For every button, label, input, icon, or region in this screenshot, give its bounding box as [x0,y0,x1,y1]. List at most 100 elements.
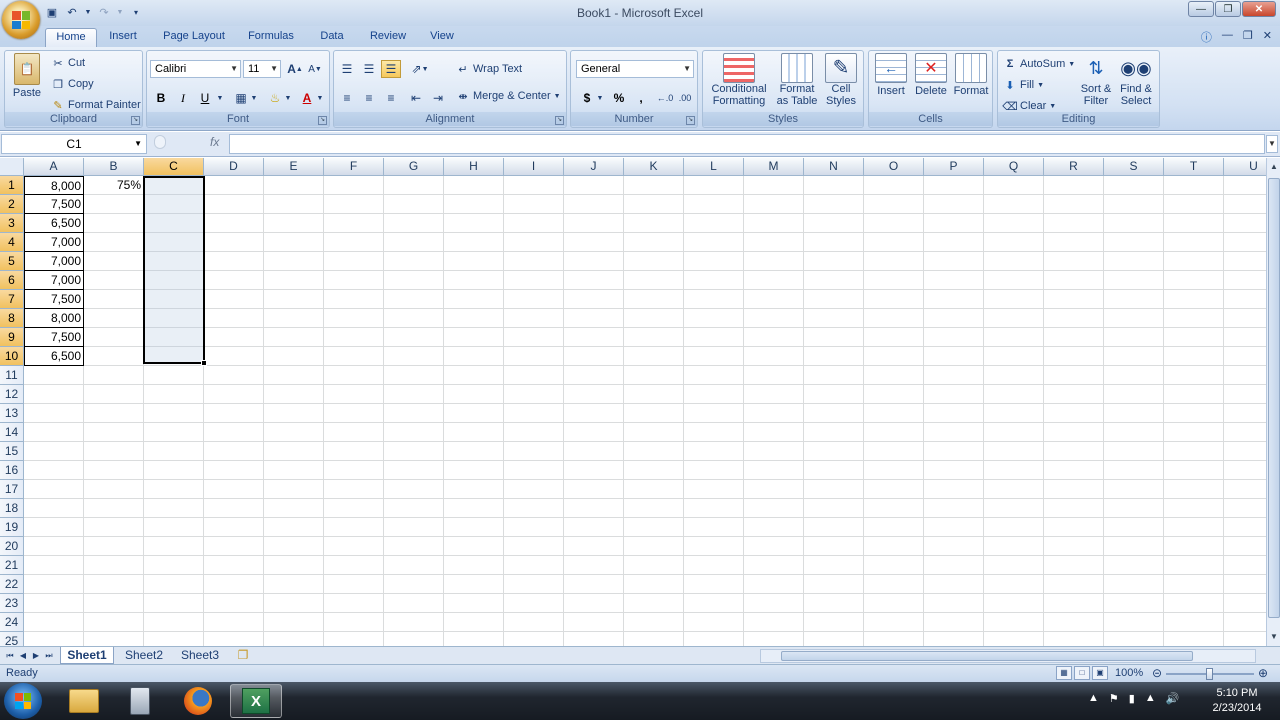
cell-i8[interactable] [504,309,564,328]
cell-p13[interactable] [924,404,984,423]
cell-o11[interactable] [864,366,924,385]
cell-n20[interactable] [804,537,864,556]
cell-d15[interactable] [204,442,264,461]
cell-c6[interactable] [144,271,204,290]
cell-q25[interactable] [984,632,1044,646]
cell-d21[interactable] [204,556,264,575]
cell-k8[interactable] [624,309,684,328]
cell-s19[interactable] [1104,518,1164,537]
cell-p1[interactable] [924,176,984,195]
cell-r13[interactable] [1044,404,1104,423]
cell-m10[interactable] [744,347,804,366]
cell-h2[interactable] [444,195,504,214]
zoom-slider[interactable]: ⊝ ⊕ [1152,666,1270,680]
cell-o1[interactable] [864,176,924,195]
cell-q2[interactable] [984,195,1044,214]
cell-m25[interactable] [744,632,804,646]
cell-k25[interactable] [624,632,684,646]
orientation-icon[interactable]: ⇗ ▼ [406,60,434,78]
cell-s7[interactable] [1104,290,1164,309]
cell-a11[interactable] [24,366,84,385]
cell-n7[interactable] [804,290,864,309]
row-header-24[interactable]: 24 [0,613,24,632]
cell-o20[interactable] [864,537,924,556]
cell-o4[interactable] [864,233,924,252]
cell-r9[interactable] [1044,328,1104,347]
taskbar-firefox[interactable] [172,684,224,718]
align-bottom-icon[interactable]: ☰ [381,60,401,78]
cell-p18[interactable] [924,499,984,518]
select-all-button[interactable] [0,158,24,176]
cell-t6[interactable] [1164,271,1224,290]
clipboard-launcher-icon[interactable]: ↘ [131,116,140,125]
cell-e16[interactable] [264,461,324,480]
cell-r8[interactable] [1044,309,1104,328]
cell-b7[interactable] [84,290,144,309]
cell-b19[interactable] [84,518,144,537]
format-painter-button[interactable]: ✎ Format Painter [51,98,140,112]
cell-t4[interactable] [1164,233,1224,252]
cell-e20[interactable] [264,537,324,556]
cell-k3[interactable] [624,214,684,233]
cell-t13[interactable] [1164,404,1224,423]
cell-s18[interactable] [1104,499,1164,518]
cell-l13[interactable] [684,404,744,423]
cell-a13[interactable] [24,404,84,423]
cell-f17[interactable] [324,480,384,499]
next-sheet-icon[interactable]: ▶ [30,649,42,662]
cell-h3[interactable] [444,214,504,233]
cell-p6[interactable] [924,271,984,290]
cell-g10[interactable] [384,347,444,366]
cell-k12[interactable] [624,385,684,404]
cell-h16[interactable] [444,461,504,480]
cell-s23[interactable] [1104,594,1164,613]
cell-b20[interactable] [84,537,144,556]
cell-k4[interactable] [624,233,684,252]
cell-f10[interactable] [324,347,384,366]
cell-m7[interactable] [744,290,804,309]
cell-m4[interactable] [744,233,804,252]
cell-n12[interactable] [804,385,864,404]
cell-t10[interactable] [1164,347,1224,366]
cell-d12[interactable] [204,385,264,404]
align-top-icon[interactable]: ☰ [337,60,357,78]
cell-e22[interactable] [264,575,324,594]
cell-d20[interactable] [204,537,264,556]
cell-c7[interactable] [144,290,204,309]
cell-n10[interactable] [804,347,864,366]
cell-i22[interactable] [504,575,564,594]
cell-l17[interactable] [684,480,744,499]
cell-u5[interactable] [1224,252,1266,271]
shrink-font-icon[interactable]: A ▼ [305,60,325,78]
cell-b17[interactable] [84,480,144,499]
tab-view[interactable]: View [424,28,460,47]
cell-i15[interactable] [504,442,564,461]
cell-p16[interactable] [924,461,984,480]
cell-t19[interactable] [1164,518,1224,537]
cell-a3[interactable]: 6,500 [24,214,84,233]
row-header-7[interactable]: 7 [0,290,24,309]
cell-t21[interactable] [1164,556,1224,575]
workbook-close-icon[interactable]: ✕ [1263,29,1272,45]
cell-u25[interactable] [1224,632,1266,646]
cell-i16[interactable] [504,461,564,480]
cell-h20[interactable] [444,537,504,556]
cell-j9[interactable] [564,328,624,347]
page-break-view-icon[interactable]: ▣ [1092,666,1108,680]
cell-c14[interactable] [144,423,204,442]
cell-c5[interactable] [144,252,204,271]
cell-g13[interactable] [384,404,444,423]
cell-g3[interactable] [384,214,444,233]
cell-c2[interactable] [144,195,204,214]
cell-j5[interactable] [564,252,624,271]
cell-m5[interactable] [744,252,804,271]
cell-q12[interactable] [984,385,1044,404]
copy-button[interactable]: ❐ Copy [51,77,94,91]
row-header-20[interactable]: 20 [0,537,24,556]
sheet-tab-sheet2[interactable]: Sheet2 [118,647,170,664]
cell-e10[interactable] [264,347,324,366]
cell-k11[interactable] [624,366,684,385]
cell-t1[interactable] [1164,176,1224,195]
cell-h17[interactable] [444,480,504,499]
cell-m14[interactable] [744,423,804,442]
